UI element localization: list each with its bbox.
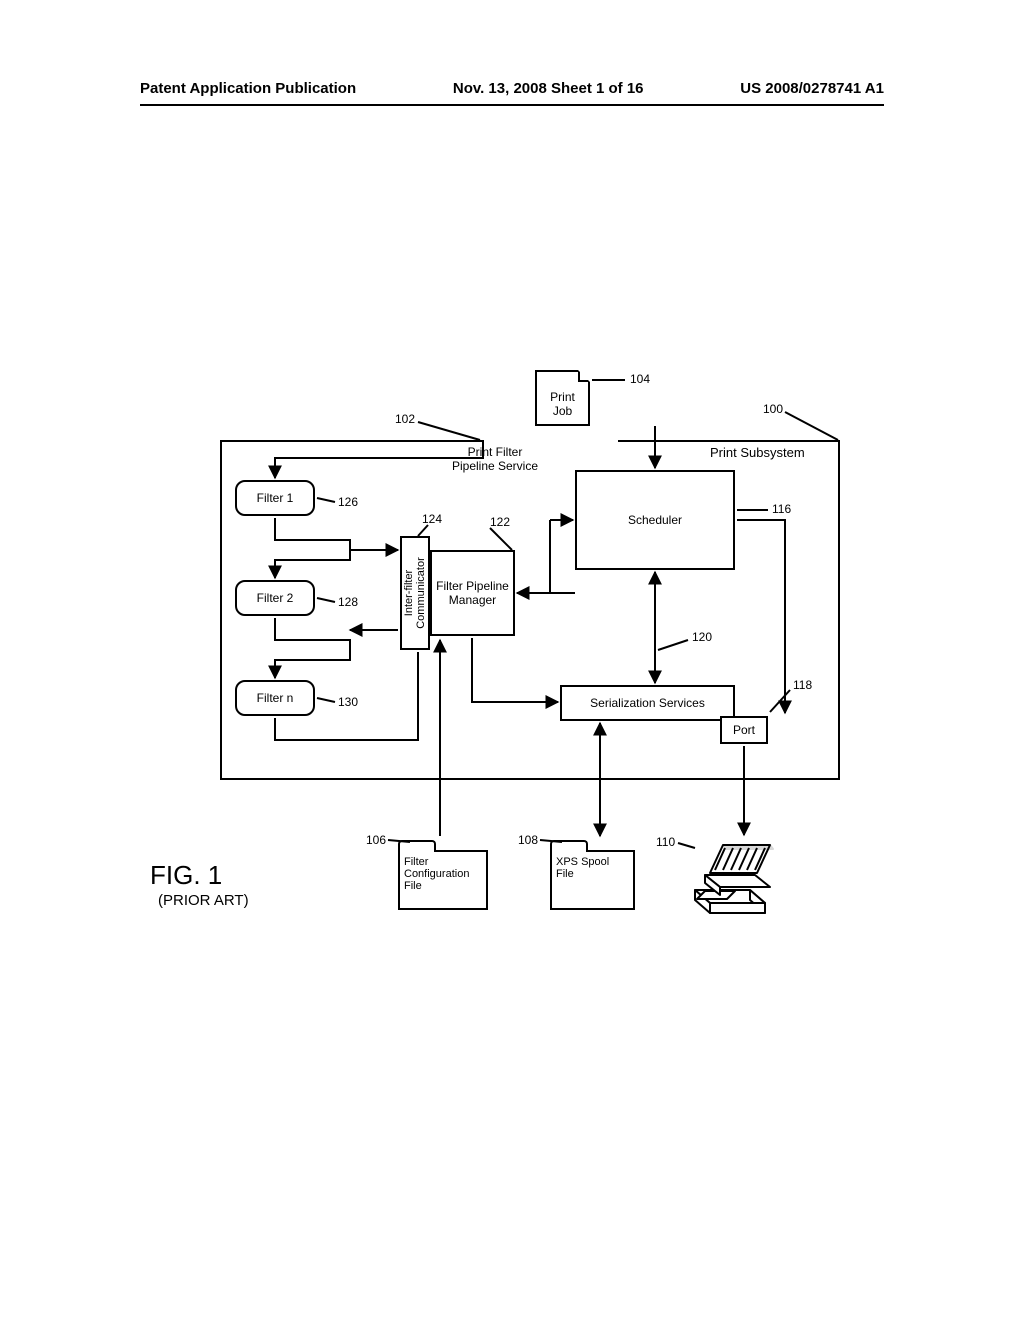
fpm-label: Filter Pipeline Manager <box>436 579 509 607</box>
port-label: Port <box>733 723 755 737</box>
header-right: US 2008/0278741 A1 <box>740 80 884 97</box>
ref-128: 128 <box>338 595 358 609</box>
ref-118: 118 <box>793 678 812 692</box>
filter-1-box: Filter 1 <box>235 480 315 516</box>
filter-2-label: Filter 2 <box>257 591 294 605</box>
print-subsystem-label: Print Subsystem <box>710 445 805 460</box>
filter-n-label: Filter n <box>257 691 294 705</box>
header-left: Patent Application Publication <box>140 80 356 97</box>
filter-config-label: Filter Configuration File <box>400 852 486 896</box>
ref-106: 106 <box>366 833 386 847</box>
patent-header: Patent Application Publication Nov. 13, … <box>140 80 884 97</box>
serialization-label: Serialization Services <box>590 696 705 710</box>
figure-1: Print Subsystem Print Job Print Filter P… <box>120 350 880 950</box>
ref-126: 126 <box>338 495 358 509</box>
ref-102: 102 <box>395 412 415 426</box>
header-rule <box>140 104 884 106</box>
print-subsystem-border-top-left <box>220 440 483 442</box>
ref-124: 124 <box>422 512 442 526</box>
figure-subcaption: (PRIOR ART) <box>158 892 249 909</box>
scheduler-label: Scheduler <box>628 513 682 527</box>
ifc-label: Inter-filter Communicator <box>403 557 427 629</box>
ref-110: 110 <box>656 835 675 849</box>
print-subsystem-border-top-right <box>618 440 840 442</box>
xps-spool-file-folder: XPS Spool File <box>550 850 635 910</box>
print-job-label: Print Job <box>537 390 588 418</box>
ref-104: 104 <box>630 372 650 386</box>
filter-n-box: Filter n <box>235 680 315 716</box>
ref-116: 116 <box>772 502 791 516</box>
scheduler-box: Scheduler <box>575 470 735 570</box>
filter-config-file-folder: Filter Configuration File <box>398 850 488 910</box>
ref-108: 108 <box>518 833 538 847</box>
ref-120: 120 <box>692 630 712 644</box>
dogear-icon <box>578 370 590 382</box>
header-center: Nov. 13, 2008 Sheet 1 of 16 <box>453 80 644 97</box>
ref-122: 122 <box>490 515 510 529</box>
figure-caption: FIG. 1 <box>150 860 222 891</box>
pfps-label: Print Filter Pipeline Service <box>435 445 555 473</box>
printer-icon <box>685 835 780 915</box>
port-box: Port <box>720 716 768 744</box>
ref-130: 130 <box>338 695 358 709</box>
print-job-box: Print Job <box>535 370 590 426</box>
inter-filter-communicator-box: Inter-filter Communicator <box>400 536 430 650</box>
serialization-box: Serialization Services <box>560 685 735 721</box>
filter-pipeline-manager-box: Filter Pipeline Manager <box>430 550 515 636</box>
ref-100: 100 <box>763 402 783 416</box>
filter-2-box: Filter 2 <box>235 580 315 616</box>
xps-spool-label: XPS Spool File <box>552 852 633 884</box>
filter-1-label: Filter 1 <box>257 491 294 505</box>
